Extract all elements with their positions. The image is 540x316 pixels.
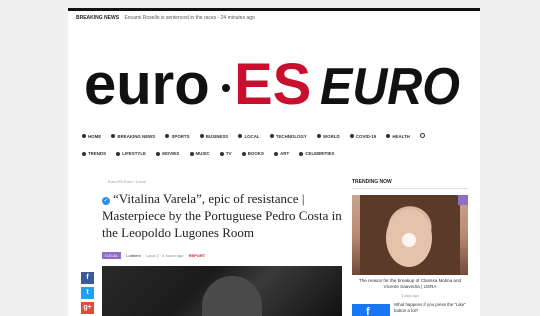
- nav-bullet-icon: [82, 134, 86, 138]
- facebook-logo-icon: f: [366, 306, 370, 316]
- report-link[interactable]: REPORT: [189, 253, 206, 258]
- nav-item-lifestyle[interactable]: LIFESTYLE: [116, 151, 146, 156]
- site-logo[interactable]: euro ES EURO: [84, 52, 464, 116]
- nav-item-label: BREAKING NEWS: [117, 133, 156, 139]
- article-title: ✓ “Vitalina Varela”, epic of resistance |…: [102, 190, 342, 241]
- author-name[interactable]: Lubbers: [126, 253, 140, 258]
- nav-item-art[interactable]: ART: [274, 151, 289, 156]
- nav-item-business[interactable]: BUSINESS: [199, 133, 229, 139]
- nav-bullet-icon: [386, 134, 391, 138]
- nav-item-label: HOME: [88, 133, 102, 139]
- nav-item-breaking-news[interactable]: BREAKING NEWS: [111, 134, 155, 139]
- nav-item-technology[interactable]: TECHNOLOGY: [269, 133, 307, 139]
- nav-item-health[interactable]: HEALTH: [386, 133, 410, 139]
- nav-item-label: SPORTS: [171, 133, 190, 139]
- main-nav-row2: TRENDS LIFESTYLE MOVIES MUSIC TV BOOKS A…: [82, 151, 472, 156]
- nav-bullet-icon: [317, 134, 322, 138]
- article-hero-image: [102, 266, 342, 316]
- article-title-text: “Vitalina Varela”, epic of resistance | …: [102, 191, 342, 240]
- nav-item-label: LOCAL: [244, 133, 260, 139]
- trending-thumbnail-1[interactable]: [352, 195, 468, 275]
- twitter-share-button[interactable]: t: [81, 287, 94, 299]
- trending-caption-1[interactable]: The reason for the breakup of Clarissa M…: [356, 278, 464, 290]
- nav-item-books[interactable]: BOOKS: [241, 151, 264, 156]
- nav-item-label: MOVIES: [162, 151, 180, 156]
- nav-bullet-icon: [219, 151, 224, 156]
- nav-item-label: CELEBRITIES: [305, 151, 335, 156]
- nav-bullet-icon: [199, 134, 204, 138]
- nav-item-local[interactable]: LOCAL: [238, 133, 260, 139]
- nav-item-label: BOOKS: [247, 151, 264, 156]
- facebook-share-button[interactable]: f: [81, 272, 94, 284]
- nav-bullet-icon: [111, 134, 116, 138]
- trending-heading: TRENDING NOW: [352, 179, 392, 185]
- breaking-news-text[interactable]: Encarni Rosello is sentenced in the race…: [124, 15, 254, 21]
- article-meta: LOCAL Lubbers Local 2 · 4 hours ago REPO…: [102, 252, 205, 259]
- nav-item-label: LIFESTYLE: [122, 151, 146, 156]
- nav-bullet-icon: [165, 134, 170, 138]
- trending-caption-2[interactable]: What happens if you press the "Like" but…: [394, 302, 470, 314]
- nav-bullet-icon: [82, 151, 86, 156]
- nav-item-label: ART: [280, 151, 290, 156]
- nav-item-label: BUSINESS: [205, 133, 229, 139]
- logo-text-euro-italic: EURO: [320, 58, 460, 116]
- search-icon[interactable]: [420, 133, 426, 138]
- nav-bullet-icon: [189, 151, 194, 156]
- nav-item-label: COVID-19: [355, 133, 377, 139]
- nav-item-label: TV: [225, 151, 232, 156]
- nav-bullet-icon: [269, 134, 274, 138]
- nav-item-movies[interactable]: MOVIES: [156, 151, 179, 156]
- nav-item-sports[interactable]: SPORTS: [165, 133, 190, 139]
- breadcrumb[interactable]: Euro ES Euro › Local: [108, 179, 146, 184]
- logo-text-es: ES: [234, 52, 311, 116]
- trending-thumbnail-2[interactable]: f: [352, 304, 390, 316]
- breaking-news-ticker[interactable]: BREAKING NEWS Encarni Rosello is sentenc…: [76, 15, 255, 21]
- breaking-news-label: BREAKING NEWS: [76, 15, 120, 21]
- nav-item-label: TECHNOLOGY: [275, 133, 307, 139]
- nav-item-music[interactable]: MUSIC: [189, 151, 210, 156]
- page: BREAKING NEWS Encarni Rosello is sentenc…: [68, 8, 480, 316]
- meta-detail: Local 2 · 4 hours ago: [145, 253, 184, 258]
- nav-bullet-icon: [349, 134, 354, 138]
- hero-figure: [202, 276, 262, 316]
- nav-item-covid-19[interactable]: COVID-19: [349, 133, 377, 139]
- nav-item-label: HEALTH: [392, 133, 410, 139]
- logo-dot: [222, 84, 230, 92]
- play-icon: [402, 233, 416, 247]
- nav-bullet-icon: [299, 151, 304, 156]
- nav-item-label: MUSIC: [195, 151, 210, 156]
- main-nav-row1: HOME BREAKING NEWS SPORTS BUSINESS LOCAL…: [82, 133, 472, 139]
- nav-item-label: WORLD: [323, 133, 340, 139]
- trending-date-1: 3 days ago: [401, 294, 419, 298]
- logo-text-euro: euro: [84, 52, 210, 116]
- nav-item-label: TRENDS: [88, 151, 107, 156]
- nav-item-celebrities[interactable]: CELEBRITIES: [299, 151, 334, 156]
- top-bar: [68, 8, 480, 11]
- nav-bullet-icon: [238, 134, 243, 138]
- verified-check-icon: ✓: [102, 197, 110, 205]
- nav-item-tv[interactable]: TV: [219, 151, 232, 156]
- nav-bullet-icon: [241, 151, 246, 156]
- nav-item-world[interactable]: WORLD: [317, 134, 340, 139]
- category-corner-icon: [458, 195, 468, 205]
- nav-item-trends[interactable]: TRENDS: [82, 151, 106, 156]
- googleplus-share-button[interactable]: g+: [81, 302, 94, 314]
- nav-bullet-icon: [116, 151, 121, 156]
- divider: [352, 188, 468, 189]
- nav-bullet-icon: [274, 151, 279, 156]
- nav-bullet-icon: [156, 151, 161, 156]
- nav-item-home[interactable]: HOME: [82, 134, 101, 139]
- category-badge[interactable]: LOCAL: [102, 252, 122, 259]
